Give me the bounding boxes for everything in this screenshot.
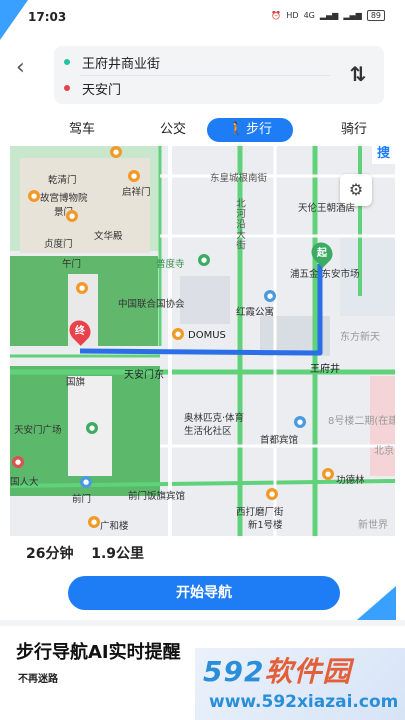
end-location: 天安门 xyxy=(82,82,122,98)
travel-mode-tabs: 驾车 公交 🚶 步行 骑行 xyxy=(0,114,405,146)
tab-walk[interactable]: 🚶 步行 xyxy=(207,118,293,142)
map-label-building8: 8号楼二期(在建) xyxy=(328,416,395,427)
map-label-gugong: 故宫博物院 xyxy=(40,193,88,204)
map-label-wenhuadian: 文华殿 xyxy=(94,231,123,242)
map-label-beiheyan: 北河沿大街 xyxy=(234,198,245,251)
poi-gate-icon-2: ● xyxy=(128,170,140,182)
route-map[interactable]: 搜 ⚙ 乾清门 故宫博物院 景门 启祥门 贞度门 文华殿 午门 东皇城根南街 北… xyxy=(10,146,395,536)
alarm-icon: ⏰ xyxy=(271,11,282,20)
status-icons: ⏰ HD 4G ▂▄▆ ▂▄▆ 89 xyxy=(271,10,385,21)
map-label-domus: DOMUS xyxy=(188,330,226,341)
map-label-gonghe: 功德林 xyxy=(336,475,365,486)
route-duration: 26分钟 xyxy=(26,546,74,562)
tab-drive[interactable]: 驾车 xyxy=(62,118,102,142)
map-label-qianmen-hotel: 前门饭旗宾馆 xyxy=(128,491,186,502)
poi-park-icon: ● xyxy=(86,422,98,434)
corner-decoration xyxy=(0,0,28,40)
poi-food-icon: ● xyxy=(322,468,334,480)
map-label-guorenda: 国人大 xyxy=(10,477,39,488)
status-time: 17:03 xyxy=(28,10,67,24)
map-label-xinyi: 新1号楼 xyxy=(248,520,283,531)
poi-temple-icon: ● xyxy=(198,254,210,266)
end-marker-label: 终 xyxy=(75,326,85,337)
map-label-tiananmen-square: 天安门广场 xyxy=(14,425,62,436)
map-label-xidamao: 西打磨厂街 xyxy=(236,507,284,518)
map-label-wumen: 午门 xyxy=(62,259,82,270)
map-label-qiyangmen: 启祥门 xyxy=(122,187,151,198)
poi-palace-icon: ● xyxy=(28,190,40,202)
poi-station-icon: ● xyxy=(80,476,92,488)
map-label-dongfang: 东方新天 xyxy=(340,332,380,343)
map-search-button[interactable]: 搜 xyxy=(372,146,395,164)
battery-icon: 89 xyxy=(366,10,385,21)
poi-restaurant-icon: ● xyxy=(172,328,184,340)
start-location: 王府井商业街 xyxy=(82,56,161,72)
start-location-row[interactable]: 王府井商业街 xyxy=(64,50,160,74)
watermark-number: 592 xyxy=(203,655,265,688)
poi-orange-icon: ● xyxy=(110,146,122,158)
map-label-qianqingmen: 乾清门 xyxy=(48,175,77,186)
end-location-row[interactable]: 天安门 xyxy=(64,76,121,100)
tab-bus[interactable]: 公交 xyxy=(153,118,193,142)
poi-gate-icon: ● xyxy=(66,210,78,222)
tab-bike[interactable]: 骑行 xyxy=(334,118,374,142)
network-indicator: 4G xyxy=(303,11,315,20)
map-label-aolinpike: 奥林匹克·体育 xyxy=(184,413,245,424)
swap-route-icon[interactable]: ⇅ xyxy=(346,62,370,86)
map-label-zhenduanmen: 贞度门 xyxy=(44,239,73,250)
promo-subtitle: 不再迷路 xyxy=(18,674,58,685)
poi-food-icon-3: ● xyxy=(88,516,100,528)
hd-indicator: HD xyxy=(286,11,299,20)
route-input-box: 王府井商业街 天安门 ⇅ xyxy=(54,46,384,104)
map-label-qianmen: 前门 xyxy=(72,494,92,505)
map-label-lianhe: 中国联合国协会 xyxy=(118,299,185,310)
map-label-dongan: 浦五金 东安市场 xyxy=(290,269,360,280)
map-label-puduwsi: 普度寺 xyxy=(156,259,185,270)
start-marker-label: 起 xyxy=(317,248,327,259)
poi-food-icon-2: ● xyxy=(266,488,278,500)
map-label-tiananmendong: 天安门东 xyxy=(124,370,164,381)
site-watermark: 592软件园 www.592xiazai.com xyxy=(195,648,405,720)
map-label-guanghe: 广和楼 xyxy=(100,521,129,532)
section-divider xyxy=(0,620,405,626)
map-label-guoqi: 国旗 xyxy=(66,377,86,388)
watermark-url: www.592xiazai.com xyxy=(209,692,399,712)
map-label-beijing: 北京 xyxy=(374,446,394,457)
watermark-brand: 592软件园 xyxy=(203,650,351,690)
poi-apartment-icon: ● xyxy=(264,290,276,302)
status-bar: 17:03 ⏰ HD 4G ▂▄▆ ▂▄▆ 89 xyxy=(0,0,405,40)
tab-walk-label: 步行 xyxy=(245,122,272,137)
start-dot-icon xyxy=(64,59,70,65)
route-distance: 1.9公里 xyxy=(91,546,145,562)
map-label-hongxia: 红霞公寓 xyxy=(236,307,275,318)
end-dot-icon xyxy=(64,85,70,91)
app-screen: 17:03 ⏰ HD 4G ▂▄▆ ▂▄▆ 89 ‹ 王府井商业街 天安门 ⇅ … xyxy=(0,0,405,720)
map-label-wangfujing: 王府井 xyxy=(310,364,340,375)
promo-title: 步行导航AI实时提醒 xyxy=(16,642,181,663)
building-block-2 xyxy=(180,276,230,324)
map-label-shenghuo: 生活化社区 xyxy=(184,426,232,437)
poi-gate-icon-3: ● xyxy=(76,282,88,294)
signal-icon-2: ▂▄▆ xyxy=(343,11,362,20)
poi-hotel-icon: ● xyxy=(294,416,306,428)
poi-star-icon: ● xyxy=(12,456,24,468)
start-navigation-button[interactable]: 开始导航 xyxy=(68,576,340,610)
back-button[interactable]: ‹ xyxy=(16,57,40,82)
map-label-tianlun: 天伦王朝酒店 xyxy=(298,203,356,214)
map-label-xinshijie: 新世界 xyxy=(358,520,388,531)
map-label-shoudu: 首都宾馆 xyxy=(260,435,299,446)
watermark-brand-text: 软件园 xyxy=(264,655,352,688)
map-label-donghuangcheng: 东皇城根南街 xyxy=(210,173,268,184)
route-summary: 26分钟 1.9公里 xyxy=(26,543,144,563)
signal-icon: ▂▄▆ xyxy=(319,11,339,20)
walking-person-icon: 🚶 xyxy=(227,122,245,137)
